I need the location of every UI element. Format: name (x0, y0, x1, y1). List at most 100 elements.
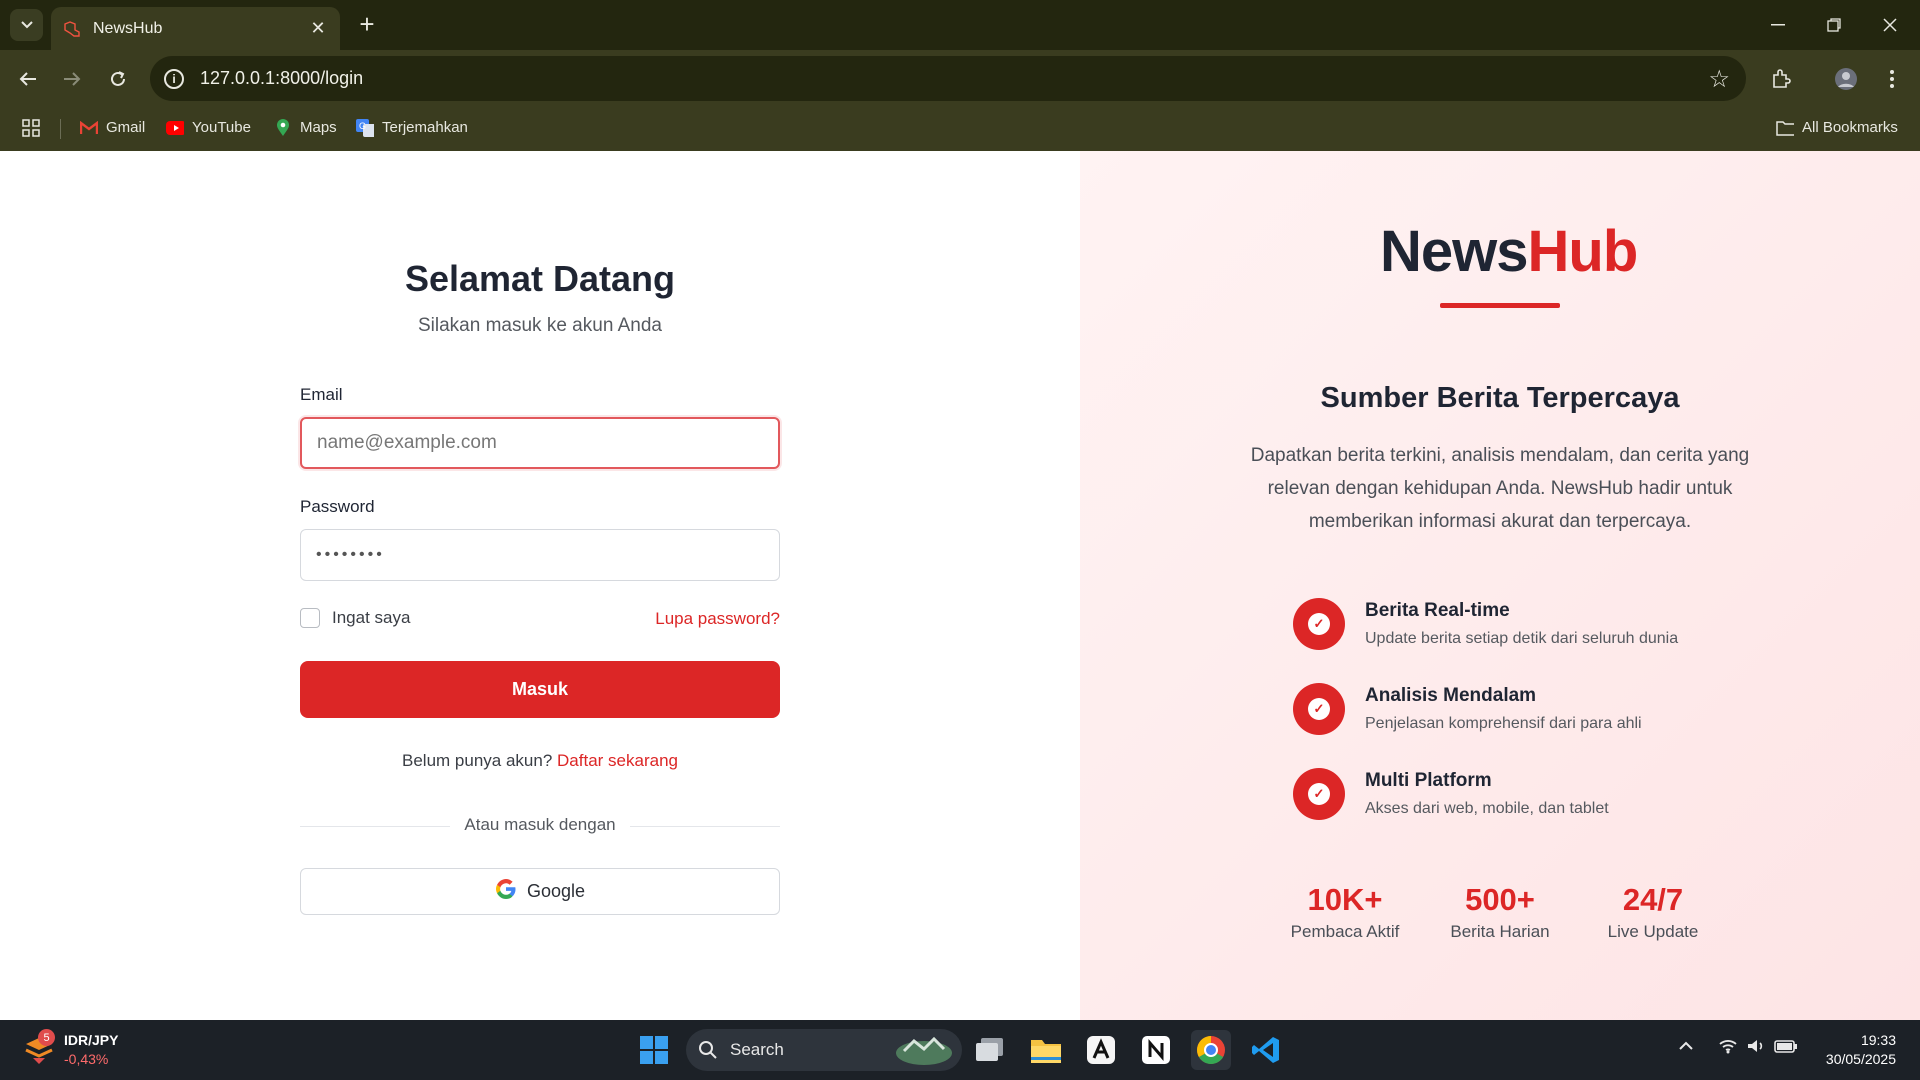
feature-title: Multi Platform (1365, 770, 1492, 791)
brand-part-news: News (1380, 219, 1529, 284)
apps-button[interactable] (22, 119, 40, 137)
stat-label: Live Update (1607, 922, 1699, 941)
close-icon (1883, 18, 1897, 32)
search-label: Search (730, 1040, 784, 1059)
bookmark-maps[interactable]: Maps (274, 118, 337, 136)
feature-desc: Update berita setiap detik dari seluruh … (1365, 630, 1679, 647)
taskbar-search[interactable]: Search (686, 1029, 962, 1071)
forgot-password-link[interactable]: Lupa password? (600, 609, 780, 629)
check-circle-icon: ✓ (1293, 683, 1345, 735)
stat-number: 10K+ (1307, 882, 1383, 917)
puzzle-icon (1773, 69, 1791, 88)
file-explorer-button[interactable] (1026, 1030, 1066, 1070)
arrow-left-icon (19, 72, 36, 86)
login-title: Selamat Datang (404, 258, 676, 299)
register-link[interactable]: Daftar sekarang (557, 751, 678, 770)
notification-badge: 5 (38, 1029, 55, 1046)
start-button[interactable] (634, 1030, 674, 1070)
vscode-icon (1252, 1037, 1279, 1063)
all-bookmarks-button[interactable]: All Bookmarks (1776, 119, 1898, 136)
close-tab-icon[interactable]: ✕ (308, 18, 328, 39)
task-view-icon (976, 1038, 1003, 1061)
arrow-right-icon (64, 72, 81, 86)
chrome-button[interactable] (1191, 1030, 1231, 1070)
task-view-button[interactable] (970, 1030, 1010, 1070)
back-button[interactable] (12, 63, 44, 95)
notion-button[interactable] (1136, 1030, 1176, 1070)
stat-label: Pembaca Aktif (1290, 922, 1400, 941)
all-bookmarks-label: All Bookmarks (1802, 119, 1898, 136)
more-vert-icon (1890, 70, 1894, 88)
browser-tab-strip: NewsHub ✕ + (0, 0, 1920, 50)
brand-underline (1440, 303, 1560, 308)
restore-button[interactable] (1806, 0, 1862, 50)
google-login-button[interactable]: Google (300, 868, 780, 915)
address-bar[interactable]: i 127.0.0.1:8000/login ☆ (150, 56, 1746, 101)
brand-logo: NewsHub (1380, 218, 1638, 285)
login-button[interactable]: Masuk (300, 661, 780, 718)
apps-grid-icon (22, 119, 40, 137)
promo-panel: NewsHub Sumber Berita Terpercaya Dapatka… (1080, 151, 1920, 1020)
browser-toolbar: i 127.0.0.1:8000/login ☆ (0, 50, 1920, 107)
vscode-button[interactable] (1246, 1030, 1286, 1070)
extensions-button[interactable] (1765, 63, 1797, 95)
bookmark-youtube[interactable]: YouTube (166, 119, 251, 136)
bookmark-gmail[interactable]: Gmail (80, 119, 145, 136)
wifi-icon[interactable] (1718, 1038, 1738, 1059)
close-window-button[interactable] (1862, 0, 1918, 50)
stat-daily-news: 500+ Berita Harian (1420, 882, 1580, 942)
clock-time: 19:33 (1860, 1032, 1896, 1048)
profile-avatar[interactable] (1830, 63, 1862, 95)
stock-widget[interactable]: 5 IDR/JPY -0,43% (22, 1028, 132, 1072)
stat-label: Berita Harian (1450, 922, 1550, 941)
feature-desc: Penjelasan komprehensif dari para ahli (1365, 715, 1642, 732)
login-page: Selamat Datang Silakan masuk ke akun And… (0, 151, 1920, 1020)
reload-button[interactable] (102, 63, 134, 95)
password-label: Password (300, 497, 375, 516)
divider-text: Atau masuk dengan (464, 815, 616, 834)
tab-search-button[interactable] (10, 9, 43, 41)
bookmark-label: Terjemahkan (382, 119, 468, 136)
browser-tab[interactable]: NewsHub ✕ (51, 7, 340, 50)
stat-number: 500+ (1465, 882, 1535, 917)
taskbar: 5 IDR/JPY -0,43% Search 19:33 30/05/2025 (0, 1020, 1920, 1080)
ticker-change: -0,43% (64, 1051, 109, 1067)
bookmark-star-icon[interactable]: ☆ (1708, 65, 1730, 94)
bookmark-label: Maps (300, 119, 337, 136)
feature-desc: Akses dari web, mobile, dan tablet (1365, 800, 1609, 817)
bookmark-translate[interactable]: G Terjemahkan (356, 118, 468, 137)
battery-icon[interactable] (1774, 1038, 1798, 1059)
folder-icon (1776, 120, 1794, 136)
restore-icon (1827, 18, 1841, 32)
folder-icon (1031, 1040, 1061, 1063)
show-hidden-icons-button[interactable] (1678, 1038, 1694, 1056)
site-info-icon[interactable]: i (164, 68, 184, 89)
avatar-icon (1835, 68, 1857, 90)
login-panel: Selamat Datang Silakan masuk ke akun And… (0, 151, 1080, 1020)
clock-date: 30/05/2025 (1825, 1051, 1896, 1067)
volume-icon[interactable] (1746, 1038, 1766, 1059)
new-tab-button[interactable]: + (354, 11, 380, 38)
laravel-icon (63, 20, 81, 38)
forward-button[interactable] (56, 63, 88, 95)
system-clock[interactable]: 19:33 30/05/2025 (1826, 1031, 1896, 1069)
reload-icon (111, 71, 125, 86)
minimize-button[interactable] (1750, 0, 1806, 50)
check-circle-icon: ✓ (1293, 768, 1345, 820)
menu-button[interactable] (1876, 63, 1908, 95)
remember-label: Ingat saya (332, 608, 411, 627)
app-a-button[interactable] (1081, 1030, 1121, 1070)
login-subtitle: Silakan masuk ke akun Anda (418, 315, 662, 336)
stat-number: 24/7 (1622, 882, 1684, 917)
stat-readers: 10K+ Pembaca Aktif (1265, 882, 1425, 942)
maps-icon (274, 118, 292, 136)
chevron-down-icon (20, 21, 33, 29)
check-circle-icon: ✓ (1293, 598, 1345, 650)
notion-icon (1142, 1036, 1170, 1064)
gmail-icon (80, 120, 98, 136)
remember-me[interactable]: Ingat saya (300, 608, 410, 628)
password-field[interactable] (300, 529, 780, 581)
remember-checkbox[interactable] (300, 608, 320, 628)
bookmarks-divider (60, 119, 61, 139)
email-field[interactable] (300, 417, 780, 469)
